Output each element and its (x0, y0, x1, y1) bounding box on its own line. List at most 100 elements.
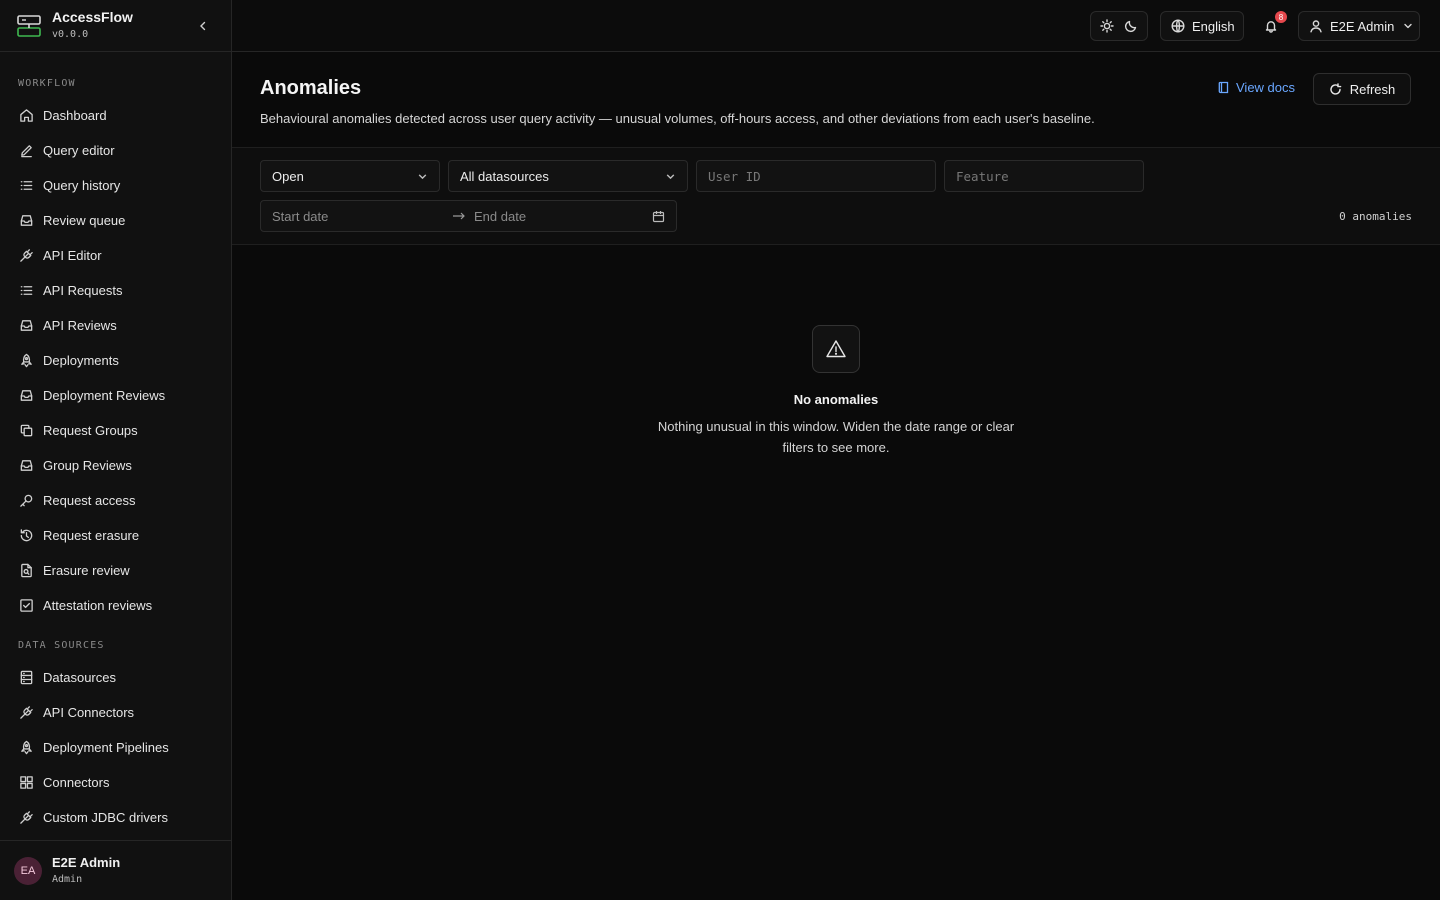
empty-state: No anomalies Nothing unusual in this win… (232, 325, 1440, 458)
sidebar-item-api-requests[interactable]: API Requests (10, 275, 220, 305)
sidebar-user-role: Admin (52, 873, 83, 885)
list-icon (18, 282, 34, 298)
datasource-select[interactable]: All datasources (448, 160, 688, 192)
theme-toggle[interactable] (1090, 11, 1148, 41)
user-menu-label: E2E Admin (1330, 18, 1395, 34)
sidebar-item-connectors[interactable]: Connectors (10, 767, 220, 797)
status-value: Open (272, 168, 304, 184)
sidebar-item-label: API Reviews (43, 317, 117, 333)
sidebar-item-label: Query editor (43, 142, 115, 158)
sidebar-item-label: Attestation reviews (43, 597, 153, 613)
sidebar-item-api-connectors[interactable]: API Connectors (10, 697, 220, 727)
datasource-value: All datasources (460, 168, 549, 184)
sidebar-user[interactable]: EA E2E Admin Admin (0, 840, 231, 900)
avatar: EA (14, 856, 42, 885)
language-select[interactable]: English (1160, 11, 1244, 41)
start-date-input[interactable]: Start date (272, 209, 452, 224)
sidebar-item-label: Custom JDBC drivers (43, 809, 168, 825)
refresh-icon (1330, 82, 1342, 95)
inbox-icon (18, 212, 34, 228)
sidebar-item-request-groups[interactable]: Request Groups (10, 415, 220, 445)
view-docs-label: View docs (1236, 80, 1296, 95)
filter-bar: Open All datasources Start date End date… (232, 147, 1440, 245)
sidebar-item-label: Review queue (43, 212, 126, 228)
language-label: English (1192, 18, 1235, 34)
chevron-down-icon (1404, 23, 1413, 29)
sidebar-item-label: Dashboard (43, 107, 107, 123)
database-icon (18, 669, 34, 685)
sidebar-item-api-editor[interactable]: API Editor (10, 240, 220, 270)
sidebar-item-deployment-pipelines[interactable]: Deployment Pipelines (10, 732, 220, 762)
sidebar-item-label: Group Reviews (43, 457, 132, 473)
history-icon (18, 527, 34, 543)
chevron-left-icon (200, 21, 206, 31)
feature-input[interactable] (956, 168, 1132, 184)
sidebar-item-label: Deployment Reviews (43, 387, 166, 403)
sidebar-item-erasure-review[interactable]: Erasure review (10, 555, 220, 585)
sidebar-item-request-erasure[interactable]: Request erasure (10, 520, 220, 550)
notifications-button[interactable]: 8 (1260, 11, 1287, 37)
sun-icon[interactable] (1100, 19, 1114, 33)
inbox-icon (18, 317, 34, 333)
inbox-icon (18, 457, 34, 473)
book-icon (1218, 81, 1229, 94)
anomaly-count: 0 anomalies (1339, 210, 1412, 223)
sidebar-item-label: Datasources (43, 669, 116, 685)
plug-icon (18, 247, 34, 263)
user-id-field[interactable] (696, 160, 936, 192)
date-range-picker[interactable]: Start date End date (260, 200, 677, 232)
sidebar-item-query-editor[interactable]: Query editor (10, 135, 220, 165)
sidebar-item-label: Erasure review (43, 562, 130, 578)
page-title: Anomalies (260, 77, 362, 99)
empty-state-text: Nothing unusual in this window. Widen th… (657, 419, 1015, 455)
arrow-right-icon (453, 212, 465, 220)
pencil-icon (18, 142, 34, 158)
copy-icon (18, 422, 34, 438)
file-search-icon (18, 562, 34, 578)
sidebar-item-request-access[interactable]: Request access (10, 485, 220, 515)
globe-icon (1171, 19, 1185, 33)
sidebar-item-review-queue[interactable]: Review queue (10, 205, 220, 235)
sidebar-item-query-history[interactable]: Query history (10, 170, 220, 200)
sidebar: AccessFlow v0.0.0 WORKFLOW Dashboard Quer… (0, 0, 232, 900)
sidebar-item-group-reviews[interactable]: Group Reviews (10, 450, 220, 480)
chevron-down-icon (666, 173, 675, 179)
end-date-input[interactable]: End date (474, 209, 526, 224)
user-id-input[interactable] (708, 168, 924, 184)
inbox-icon (18, 387, 34, 403)
sidebar-item-custom-jdbc-drivers[interactable]: Custom JDBC drivers (10, 802, 220, 832)
sidebar-item-dashboard[interactable]: Dashboard (10, 100, 220, 130)
calendar-icon[interactable] (652, 210, 665, 223)
notification-count-badge: 8 (1275, 11, 1287, 23)
rocket-icon (18, 739, 34, 755)
view-docs-link[interactable]: View docs (1217, 80, 1295, 95)
sidebar-item-label: Deployments (43, 352, 119, 368)
page-description: Behavioural anomalies detected across us… (260, 111, 1095, 126)
sidebar-item-label: API Connectors (43, 704, 135, 720)
empty-state-title: No anomalies (793, 392, 879, 407)
sidebar-item-label: Request erasure (43, 527, 140, 543)
collapse-sidebar-button[interactable] (193, 16, 213, 36)
brand-header: AccessFlow v0.0.0 (0, 0, 231, 52)
check-square-icon (18, 597, 34, 613)
sidebar-item-deployments[interactable]: Deployments (10, 345, 220, 375)
refresh-button[interactable]: Refresh (1313, 73, 1411, 105)
app-logo-icon (17, 14, 41, 37)
list-icon (18, 177, 34, 193)
plug-icon (18, 809, 34, 825)
sidebar-item-deployment-reviews[interactable]: Deployment Reviews (10, 380, 220, 410)
key-icon (18, 492, 34, 508)
user-menu-button[interactable]: E2E Admin (1298, 11, 1420, 41)
sidebar-item-label: Deployment Pipelines (43, 739, 169, 755)
main-content: Anomalies Behavioural anomalies detected… (232, 52, 1440, 900)
rocket-icon (18, 352, 34, 368)
feature-field[interactable] (944, 160, 1144, 192)
sidebar-user-name: E2E Admin (52, 854, 121, 870)
topbar: English 8 E2E Admin (232, 0, 1440, 52)
sidebar-item-datasources[interactable]: Datasources (10, 662, 220, 692)
sidebar-item-label: Query history (43, 177, 121, 193)
sidebar-item-attestation-reviews[interactable]: Attestation reviews (10, 590, 220, 620)
sidebar-item-api-reviews[interactable]: API Reviews (10, 310, 220, 340)
status-select[interactable]: Open (260, 160, 440, 192)
moon-icon[interactable] (1124, 19, 1138, 33)
